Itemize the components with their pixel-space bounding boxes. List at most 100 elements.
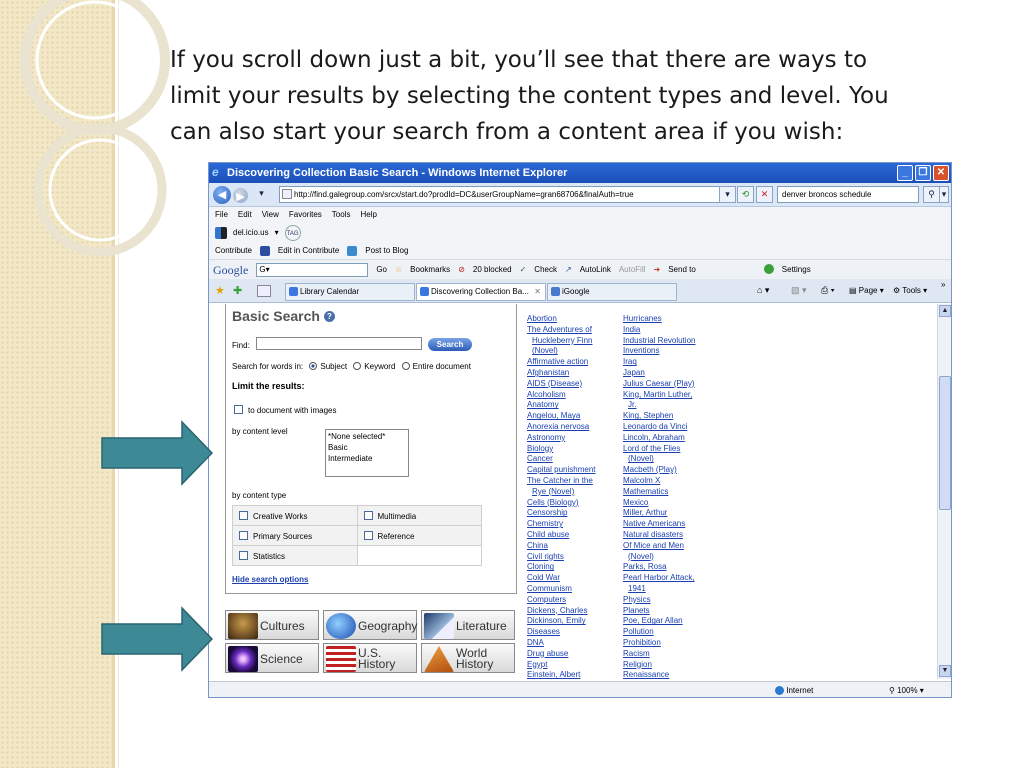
subject-radio[interactable] — [309, 362, 318, 370]
find-input[interactable] — [256, 337, 422, 350]
stop-icon[interactable]: ✕ — [756, 186, 773, 203]
vertical-scrollbar[interactable]: ▲ ▼ — [937, 304, 951, 679]
topic-link[interactable]: Cloning — [527, 562, 595, 573]
topic-link[interactable]: Lincoln, Abraham — [623, 433, 695, 444]
forward-arrow-icon[interactable]: ▶ — [233, 188, 248, 203]
topic-link[interactable]: Einstein, Albert — [527, 670, 595, 679]
topic-link[interactable]: Iraq — [623, 357, 695, 368]
tab-discovering-collection[interactable]: Discovering Collection Ba... ✕ — [416, 283, 546, 301]
topic-link[interactable]: Industrial Revolution — [623, 336, 695, 347]
topic-link[interactable]: Civil rights — [527, 552, 595, 563]
content-level-listbox[interactable]: *None selected* Basic Intermediate — [325, 429, 409, 477]
category-cultures[interactable]: Cultures — [225, 610, 319, 640]
topic-link[interactable]: Dickens, Charles — [527, 606, 595, 617]
topic-link[interactable]: (Novel) — [623, 552, 695, 563]
topic-link[interactable]: Lord of the Flies — [623, 444, 695, 455]
menu-view[interactable]: View — [262, 207, 279, 223]
page-menu[interactable]: ▤ Page ▾ — [849, 286, 884, 295]
topic-link[interactable]: Abortion — [527, 314, 595, 325]
topic-link[interactable]: Native Americans — [623, 519, 695, 530]
search-button[interactable]: Search — [428, 338, 472, 351]
delicious-dropdown-icon[interactable]: ▾ — [275, 223, 279, 243]
topic-link[interactable]: Diseases — [527, 627, 595, 638]
topic-link[interactable]: Biology — [527, 444, 595, 455]
topic-link[interactable]: 1941 — [623, 584, 695, 595]
tab-library-calendar[interactable]: Library Calendar — [285, 283, 415, 301]
topic-link[interactable]: Computers — [527, 595, 595, 606]
google-sendto-button[interactable]: Send to — [668, 260, 696, 280]
entire-document-radio[interactable] — [401, 362, 410, 370]
level-option[interactable]: Intermediate — [328, 453, 406, 464]
topic-link[interactable]: Astronomy — [527, 433, 595, 444]
topic-link[interactable]: DNA — [527, 638, 595, 649]
url-input[interactable]: http://find.galegroup.com/srcx/start.do?… — [279, 186, 735, 203]
google-settings-button[interactable]: Settings — [782, 260, 811, 280]
topic-link[interactable]: Natural disasters — [623, 530, 695, 541]
tag-button[interactable]: TAG — [284, 225, 301, 241]
keyword-radio[interactable] — [353, 362, 362, 370]
topic-link[interactable]: Cancer — [527, 454, 595, 465]
topic-link[interactable]: Anorexia nervosa — [527, 422, 595, 433]
star-icon[interactable]: ☆ — [395, 260, 402, 280]
category-us-history[interactable]: U.S. History — [323, 643, 417, 673]
topic-link[interactable]: Egypt — [527, 660, 595, 671]
minimize-icon[interactable]: _ — [897, 165, 913, 181]
home-icon[interactable]: ⌂ ▾ — [757, 285, 769, 296]
topic-link[interactable]: Drug abuse — [527, 649, 595, 660]
topic-link[interactable]: Physics — [623, 595, 695, 606]
google-search-input[interactable]: G▾ — [256, 262, 369, 277]
scroll-down-icon[interactable]: ▼ — [939, 665, 951, 677]
chevron-more-icon[interactable]: » — [941, 280, 945, 289]
topic-link[interactable]: Pollution — [623, 627, 695, 638]
topic-link[interactable]: The Catcher in the — [527, 476, 595, 487]
topic-link[interactable]: Hurricanes — [623, 314, 695, 325]
tab-close-icon[interactable]: ✕ — [534, 284, 541, 300]
close-icon[interactable]: ✕ — [933, 165, 949, 181]
topic-link[interactable]: India — [623, 325, 695, 336]
category-literature[interactable]: Literature — [421, 610, 515, 640]
search-input[interactable]: denver broncos schedule — [777, 186, 919, 203]
topic-link[interactable]: Inventions — [623, 346, 695, 357]
menu-help[interactable]: Help — [360, 207, 376, 223]
topic-link[interactable]: Renaissance — [623, 670, 695, 679]
search-options-icon[interactable]: ▾ — [939, 186, 949, 203]
topic-link[interactable]: The Adventures of — [527, 325, 595, 336]
refresh-icon[interactable]: ⟲ — [737, 186, 754, 203]
images-checkbox[interactable] — [234, 405, 243, 414]
topic-link[interactable]: Leonardo da Vinci — [623, 422, 695, 433]
zoom-control[interactable]: ⚲ 100% ▾ — [889, 682, 924, 697]
tab-igoogle[interactable]: iGoogle — [547, 283, 677, 301]
topic-link[interactable]: Cells (Biology) — [527, 498, 595, 509]
google-autofill-button[interactable]: AutoFill — [619, 260, 646, 280]
topic-link[interactable]: Child abuse — [527, 530, 595, 541]
topic-link[interactable]: Affirmative action — [527, 357, 595, 368]
category-science[interactable]: Science — [225, 643, 319, 673]
delicious-label[interactable]: del.icio.us — [233, 223, 269, 243]
level-option[interactable]: Basic — [328, 442, 406, 453]
topic-link[interactable]: Macbeth (Play) — [623, 465, 695, 476]
google-autolink-button[interactable]: AutoLink — [580, 260, 611, 280]
feeds-icon[interactable]: ▧ ▾ — [791, 285, 807, 296]
add-favorite-icon[interactable]: ✚ — [233, 284, 242, 297]
topic-link[interactable]: King, Martin Luther, — [623, 390, 695, 401]
category-world-history[interactable]: World History — [421, 643, 515, 673]
google-bookmarks-button[interactable]: Bookmarks — [410, 260, 450, 280]
topic-link[interactable]: China — [527, 541, 595, 552]
topic-link[interactable]: Dickinson, Emily — [527, 616, 595, 627]
topic-link[interactable]: Alcoholism — [527, 390, 595, 401]
topic-link[interactable]: Communism — [527, 584, 595, 595]
topic-link[interactable]: King, Stephen — [623, 411, 695, 422]
topic-link[interactable]: Censorship — [527, 508, 595, 519]
hide-search-options-link[interactable]: Hide search options — [232, 575, 308, 584]
topic-link[interactable]: Cold War — [527, 573, 595, 584]
google-go-button[interactable]: Go — [376, 260, 387, 280]
topic-link[interactable]: Capital punishment — [527, 465, 595, 476]
topic-link[interactable]: Mathematics — [623, 487, 695, 498]
topic-link[interactable]: Rye (Novel) — [527, 487, 595, 498]
url-dropdown-icon[interactable]: ▾ — [719, 186, 736, 203]
history-dropdown-icon[interactable]: ▾ — [253, 186, 270, 203]
quick-tabs-icon[interactable] — [257, 285, 271, 297]
topic-link[interactable]: AIDS (Disease) — [527, 379, 595, 390]
topic-link[interactable]: Miller, Arthur — [623, 508, 695, 519]
topic-link[interactable]: Religion — [623, 660, 695, 671]
